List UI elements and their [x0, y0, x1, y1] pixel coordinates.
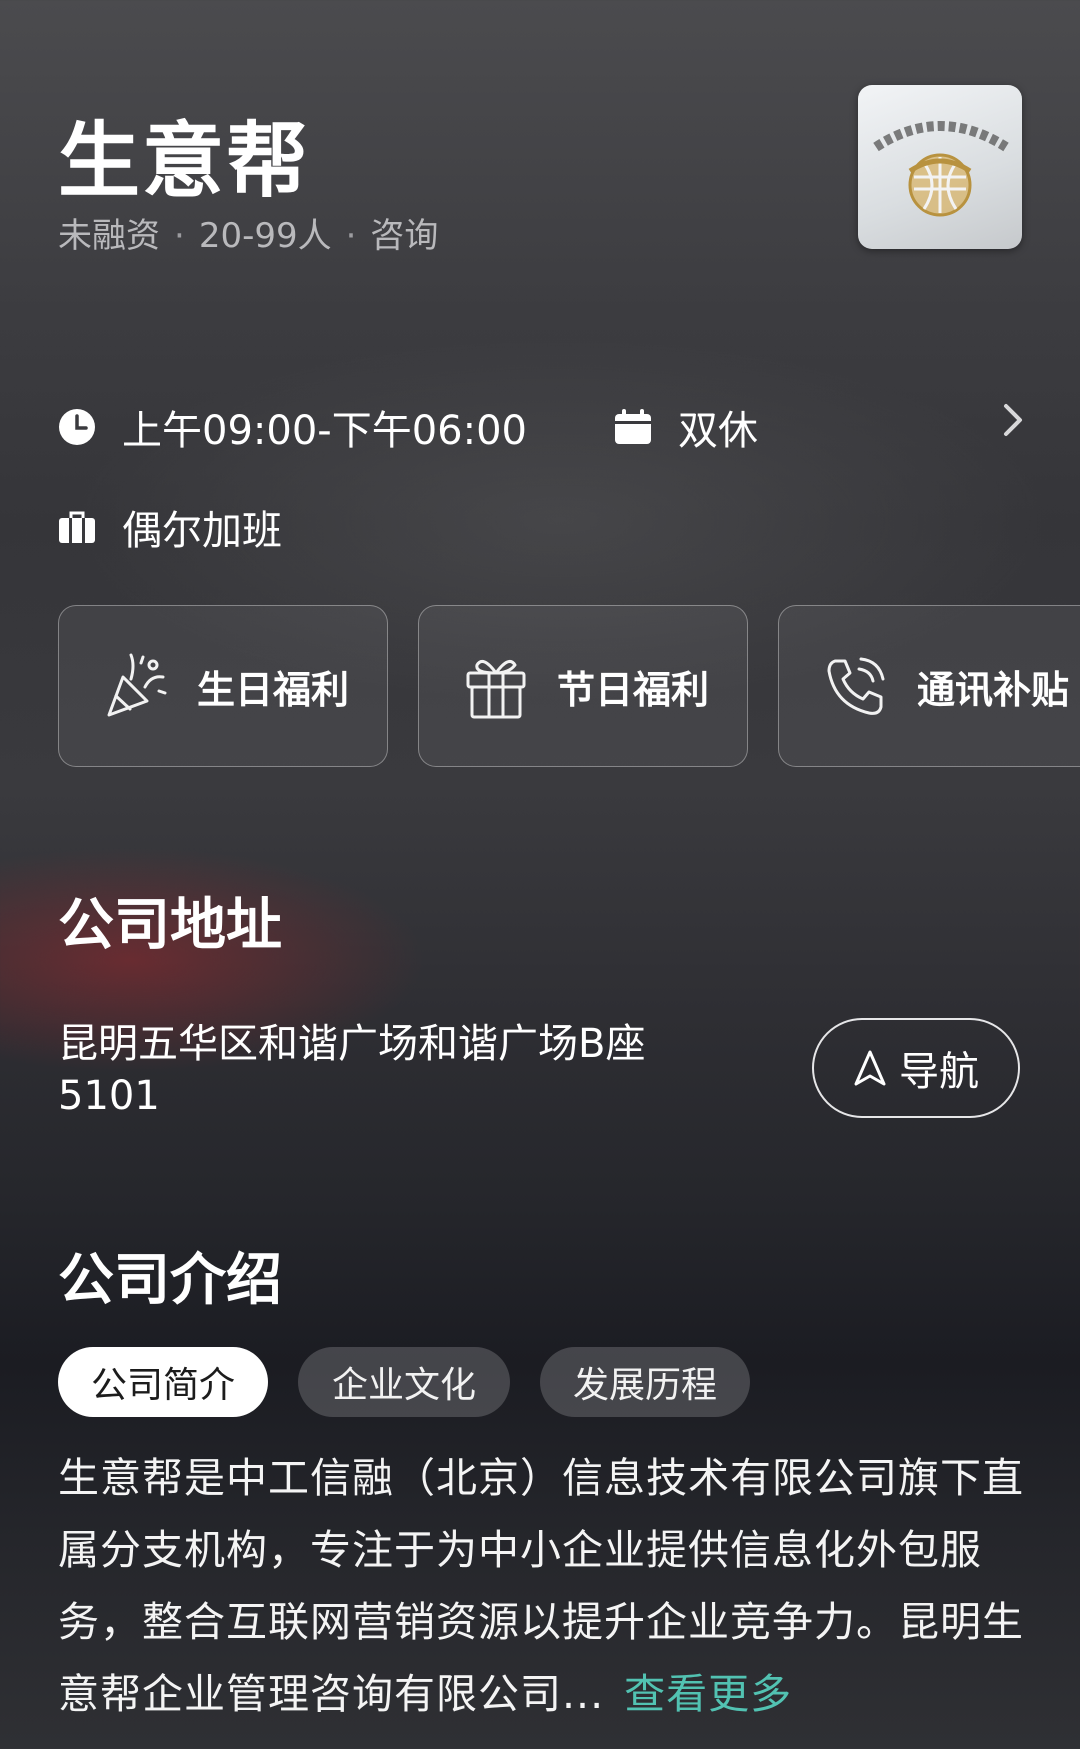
benefit-card-phone[interactable]: 通讯补贴: [778, 605, 1080, 767]
address-section-title: 公司地址: [58, 893, 282, 958]
address-text: 昆明五华区和谐广场和谐广场B座5101: [58, 1021, 646, 1119]
company-size: 20-99人: [198, 216, 332, 256]
navigate-button-label: 导航: [899, 1049, 979, 1095]
meta-separator: ·: [345, 216, 357, 256]
meta-separator: ·: [174, 216, 185, 256]
rest-days-text: 双休: [678, 408, 758, 454]
funding-stage: 未融资: [58, 216, 160, 256]
briefcase-icon: [58, 508, 96, 546]
work-info-chevron-icon[interactable]: [998, 398, 1028, 442]
company-logo[interactable]: [858, 85, 1022, 249]
clock-icon: [58, 408, 96, 446]
benefit-card-holiday[interactable]: 节日福利: [418, 605, 748, 767]
intro-text-block: 生意帮是中工信融（北京）信息技术有限公司旗下直属分支机构，专注于为中小企业提供信…: [58, 1442, 1030, 1730]
gift-icon: [461, 651, 531, 721]
intro-text: 生意帮是中工信融（北京）信息技术有限公司旗下直属分支机构，专注于为中小企业提供信…: [58, 1454, 1024, 1718]
benefit-label: 生日福利: [197, 667, 350, 712]
calendar-icon: [614, 408, 652, 446]
rest-days: 双休: [614, 398, 758, 456]
company-name: 生意帮: [58, 114, 311, 209]
tab-company-culture[interactable]: 企业文化: [298, 1347, 510, 1417]
company-meta: 未融资 · 20-99人 · 咨询: [58, 208, 438, 257]
tab-company-profile[interactable]: 公司简介: [58, 1347, 268, 1417]
tab-development-history[interactable]: 发展历程: [540, 1347, 750, 1417]
benefit-label: 通讯补贴: [917, 667, 1070, 712]
navigate-button[interactable]: 导航: [812, 1018, 1020, 1118]
navigation-arrow-icon: [853, 1049, 887, 1087]
logo-image: [873, 121, 1009, 217]
benefit-label: 节日福利: [557, 667, 710, 712]
intro-section-title: 公司介绍: [58, 1248, 282, 1313]
company-industry: 咨询: [370, 216, 439, 256]
phone-icon: [821, 651, 891, 721]
overtime-info: 偶尔加班: [58, 498, 282, 556]
work-hours: 上午09:00-下午06:00: [58, 398, 527, 456]
party-popper-icon: [101, 651, 171, 721]
overtime-text: 偶尔加班: [122, 508, 282, 554]
view-more-link[interactable]: 查看更多: [624, 1670, 792, 1718]
work-hours-text: 上午09:00-下午06:00: [122, 408, 527, 454]
benefit-card-birthday[interactable]: 生日福利: [58, 605, 388, 767]
